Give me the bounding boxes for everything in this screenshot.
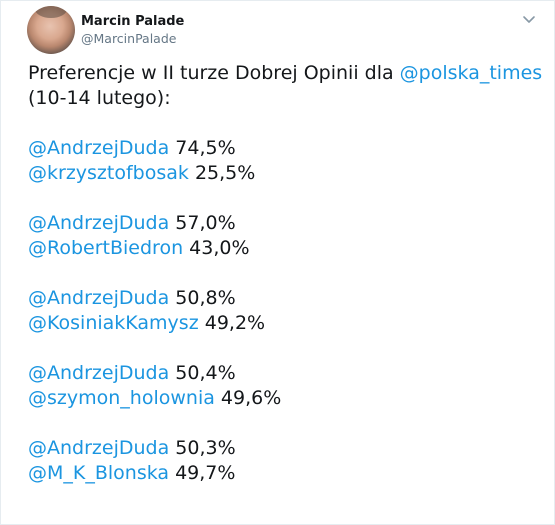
result-value: 43,0% [183, 237, 250, 259]
mention-link[interactable]: @AndrzejDuda [28, 362, 169, 384]
mention-link[interactable]: @AndrzejDuda [28, 212, 169, 234]
avatar[interactable] [27, 6, 75, 54]
chevron-down-icon[interactable] [521, 11, 537, 23]
author-display-name[interactable]: Marcin Palade [81, 13, 184, 30]
result-line: @AndrzejDuda 74,5% [28, 136, 548, 161]
result-value: 49,7% [169, 462, 236, 484]
mention-link[interactable]: @AndrzejDuda [28, 287, 169, 309]
mention-link[interactable]: @szymon_holownia [28, 387, 215, 409]
mention-link[interactable]: @AndrzejDuda [28, 437, 169, 459]
result-value: 50,3% [169, 437, 236, 459]
intro-line: Preferencje w II turze Dobrej Opinii dla… [28, 61, 548, 86]
mention-link[interactable]: @RobertBiedron [28, 237, 183, 259]
result-value: 74,5% [169, 137, 236, 159]
result-line: @KosiniakKamysz 49,2% [28, 311, 548, 336]
result-line: @RobertBiedron 43,0% [28, 236, 548, 261]
mention-link[interactable]: @KosiniakKamysz [28, 312, 199, 334]
intro-text: Preferencje w II turze Dobrej Opinii dla [28, 62, 400, 84]
result-value: 50,8% [169, 287, 236, 309]
tweet-card: Marcin Palade @MarcinPalade Preferencje … [0, 0, 555, 525]
result-line: @AndrzejDuda 50,4% [28, 361, 548, 386]
tweet-header: Marcin Palade @MarcinPalade [27, 6, 184, 54]
result-line: @szymon_holownia 49,6% [28, 386, 548, 411]
result-line: @AndrzejDuda 50,8% [28, 286, 548, 311]
result-value: 50,4% [169, 362, 236, 384]
result-line: @krzysztofbosak 25,5% [28, 161, 548, 186]
author-handle[interactable]: @MarcinPalade [81, 30, 184, 47]
result-value: 49,2% [198, 312, 266, 334]
result-line: @M_K_Blonska 49,7% [28, 461, 548, 486]
mention-link[interactable]: @M_K_Blonska [28, 462, 169, 484]
author-names: Marcin Palade @MarcinPalade [81, 13, 184, 47]
mention-link[interactable]: @krzysztofbosak [28, 162, 189, 184]
mention-link[interactable]: @AndrzejDuda [28, 137, 169, 159]
result-line: @AndrzejDuda 50,3% [28, 436, 548, 461]
result-line: @AndrzejDuda 57,0% [28, 211, 548, 236]
intro-date: (10-14 lutego): [28, 87, 171, 109]
result-value: 49,6% [214, 387, 282, 409]
result-value: 57,0% [169, 212, 236, 234]
intro-date-line: (10-14 lutego): [28, 86, 548, 111]
result-value: 25,5% [188, 162, 256, 184]
mention-link[interactable]: @polska_times [400, 62, 543, 84]
tweet-text: Preferencje w II turze Dobrej Opinii dla… [28, 61, 548, 486]
